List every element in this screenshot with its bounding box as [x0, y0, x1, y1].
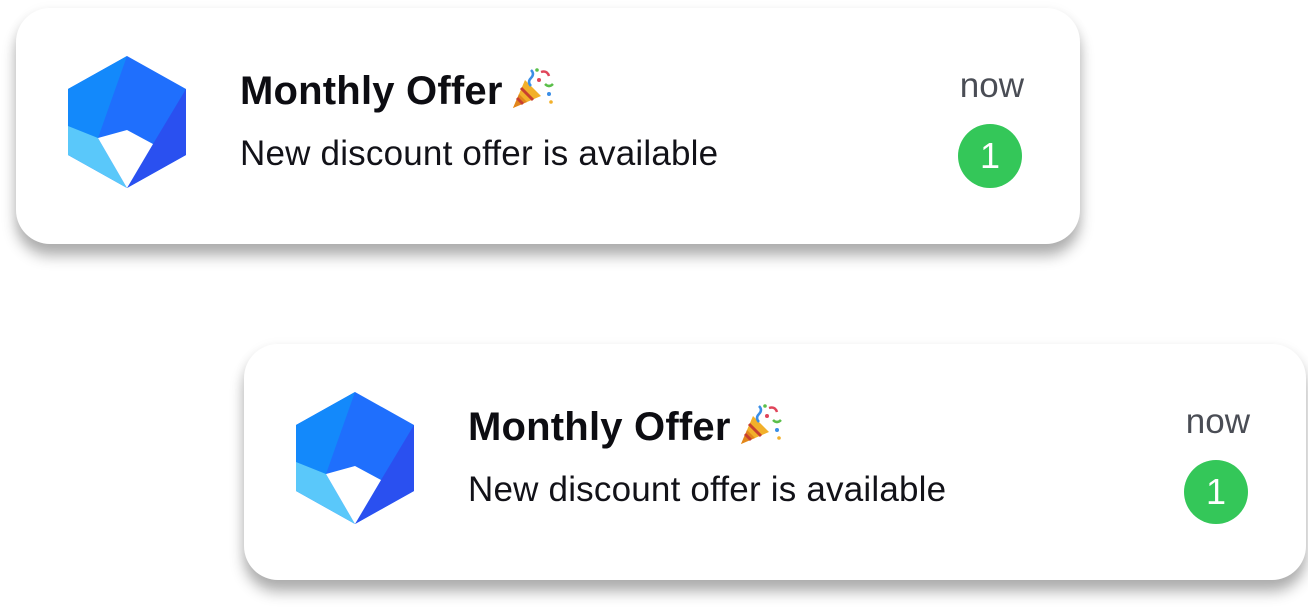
notification-card[interactable]: Monthly Offer New discount offer is avai… — [16, 8, 1080, 244]
hexagon-app-icon — [296, 392, 414, 524]
title-row: Monthly Offer — [240, 66, 555, 116]
notification-title: Monthly Offer — [468, 404, 731, 449]
party-popper-icon — [511, 66, 555, 110]
notification-card[interactable]: Monthly Offer New discount offer is avai… — [244, 344, 1306, 580]
notification-time: now — [959, 66, 1024, 105]
notification-message: New discount offer is available — [468, 470, 947, 509]
party-popper-icon — [739, 402, 783, 446]
badge-count: 1 — [1184, 460, 1248, 524]
badge-count: 1 — [958, 124, 1022, 188]
title-row: Monthly Offer — [468, 402, 783, 452]
notification-time: now — [1185, 402, 1250, 441]
hexagon-app-icon — [68, 56, 186, 188]
notification-message: New discount offer is available — [240, 134, 719, 173]
notification-title: Monthly Offer — [240, 68, 503, 113]
